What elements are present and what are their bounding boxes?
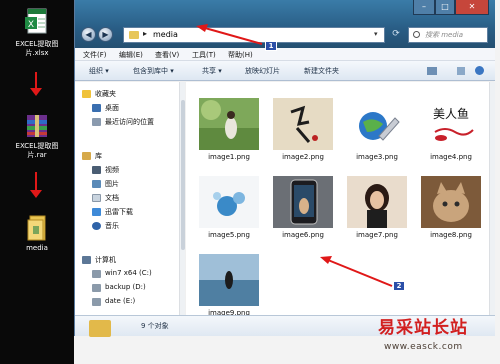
annotation-overlay <box>196 24 393 287</box>
watermark-url: www.easck.com <box>384 342 463 352</box>
callout-badge-2: 2 <box>393 281 405 291</box>
callout-arrow-2 <box>327 259 393 287</box>
screenshot: X EXCEL提取图 片.xlsx EXCEL提取图 片.rar media –… <box>0 0 500 364</box>
callout-arrowhead-1 <box>196 24 208 32</box>
callout-arrow-1 <box>204 27 263 45</box>
callout-badge-1: 1 <box>265 41 277 51</box>
watermark-title: 易采站长站 <box>378 318 468 338</box>
